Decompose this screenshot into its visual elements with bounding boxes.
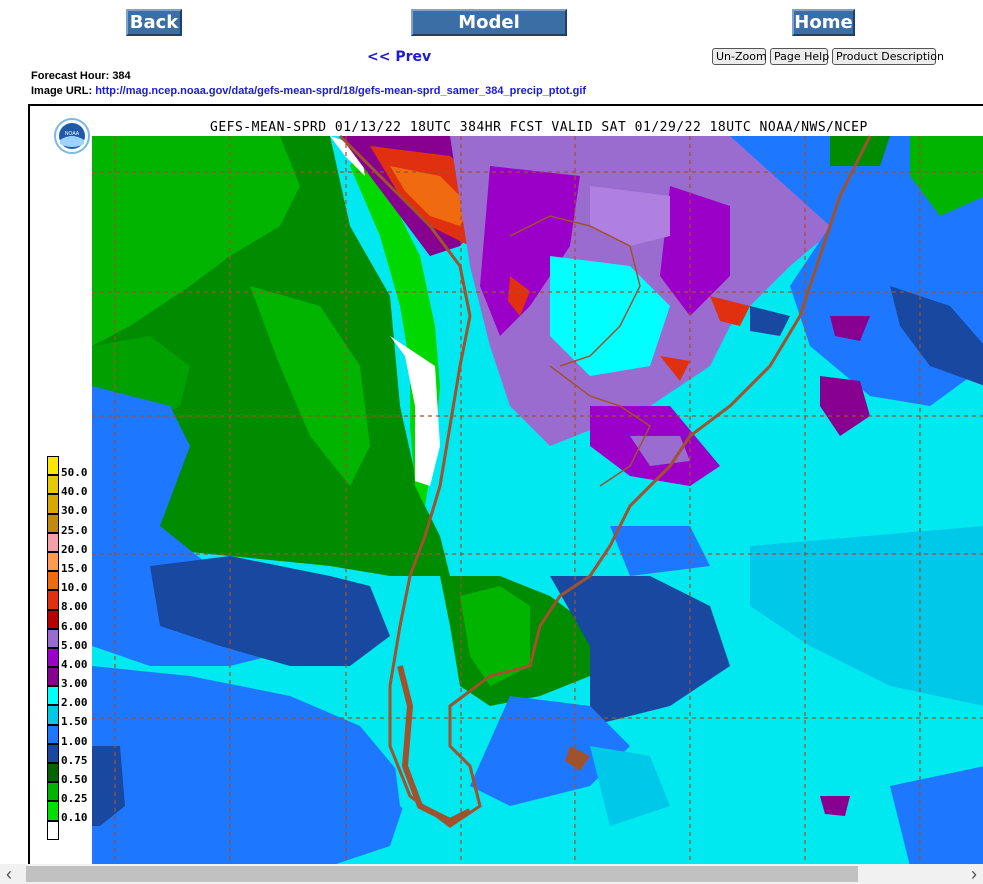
- legend-row: 30.0: [47, 494, 107, 517]
- legend-row: 20.0: [47, 532, 107, 556]
- horizontal-scrollbar[interactable]: ‹ ›: [0, 864, 983, 884]
- legend-row: [47, 820, 107, 840]
- legend-swatch: [47, 456, 59, 476]
- scroll-left-icon[interactable]: ‹: [6, 864, 12, 884]
- scrollbar-thumb[interactable]: [26, 866, 858, 882]
- model-guidance-button[interactable]: Model Guidance: [411, 9, 567, 56]
- legend-swatch: [47, 609, 59, 629]
- legend-row: 0.25: [47, 782, 107, 805]
- legend-row: 50.0: [47, 456, 107, 479]
- legend-row: 10.0: [47, 571, 107, 594]
- legend-row: 2.00: [47, 686, 107, 709]
- legend-row: 8.00: [47, 590, 107, 613]
- legend-swatch: [47, 667, 59, 687]
- legend: 50.0 40.0 30.0 25.0 20.0 15.0 10.0 8.00 6.00 5.00…: [47, 456, 107, 840]
- legend-row: 40.0: [47, 475, 107, 498]
- legend-swatch: [47, 647, 59, 668]
- back-button[interactable]: Back: [126, 9, 182, 36]
- legend-swatch: [47, 475, 59, 495]
- legend-swatch: [47, 551, 59, 572]
- legend-swatch: [47, 686, 59, 706]
- forecast-hour-value: 384: [112, 70, 131, 82]
- legend-swatch: [47, 532, 59, 552]
- image-url: Image URL: http://mag.ncep.noaa.gov/data…: [31, 85, 586, 97]
- product-description-button[interactable]: Product Description: [832, 48, 944, 65]
- legend-swatch: [47, 571, 59, 591]
- legend-row: 3.00: [47, 667, 107, 690]
- legend-swatch: [47, 494, 59, 514]
- map-image: [92, 134, 983, 864]
- legend-swatch: [47, 820, 59, 840]
- legend-row: 0.10: [47, 801, 107, 824]
- legend-row: 1.50: [47, 705, 107, 728]
- legend-swatch: [47, 590, 59, 610]
- legend-row: 15.0: [47, 551, 107, 575]
- legend-row: 0.50: [47, 763, 107, 786]
- legend-row: 5.00: [47, 628, 107, 652]
- legend-swatch: [47, 763, 59, 783]
- prev-link[interactable]: << Prev: [367, 49, 431, 65]
- forecast-map[interactable]: NOAA GEFS-MEAN-SPRD 01/13/22 18UTC 384HR…: [28, 104, 983, 864]
- legend-swatch: [47, 705, 59, 725]
- legend-row: 4.00: [47, 647, 107, 671]
- noaa-logo-icon: NOAA: [54, 118, 90, 159]
- legend-swatch: [47, 724, 59, 744]
- image-url-label: Image URL:: [31, 85, 93, 97]
- map-title: GEFS-MEAN-SPRD 01/13/22 18UTC 384HR FCST…: [210, 120, 868, 135]
- legend-swatch: [47, 743, 59, 763]
- legend-row: 6.00: [47, 609, 107, 633]
- legend-swatch: [47, 628, 59, 648]
- scroll-right-icon[interactable]: ›: [971, 864, 977, 884]
- image-url-link[interactable]: http://mag.ncep.noaa.gov/data/gefs-mean-…: [95, 85, 586, 97]
- unzoom-button[interactable]: Un-Zoom: [712, 48, 767, 65]
- legend-swatch: [47, 801, 59, 821]
- logo-text: NOAA: [65, 131, 80, 137]
- home-button[interactable]: Home: [792, 9, 855, 36]
- legend-swatch: [47, 513, 59, 533]
- legend-swatch: [47, 782, 59, 802]
- legend-row: 1.00: [47, 724, 107, 748]
- page-help-button[interactable]: Page Help: [770, 48, 829, 65]
- forecast-hour: Forecast Hour: 384: [31, 70, 131, 82]
- forecast-hour-label: Forecast Hour:: [31, 70, 110, 82]
- legend-row: 0.75: [47, 743, 107, 767]
- legend-row: 25.0: [47, 513, 107, 537]
